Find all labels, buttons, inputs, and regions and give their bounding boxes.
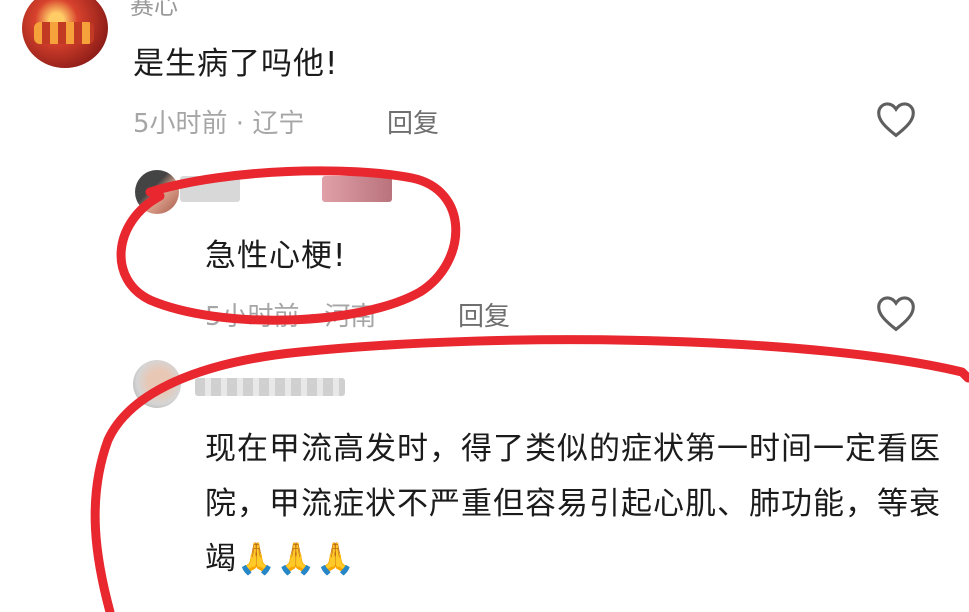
comment-2-text: 急性心梗! (205, 238, 347, 274)
comment-3-text: 现在甲流高发时，得了类似的症状第一时间一定看医院，甲流症状不严重但容易引起心肌、… (205, 431, 941, 577)
comment-2-meta: 5小时前 · 河南 (205, 302, 377, 332)
comment-2-reply-button[interactable]: 回复 (458, 296, 510, 333)
avatar-commenter-2[interactable] (135, 170, 179, 214)
commenter-2-badge-redacted (322, 176, 392, 202)
comment-1-location: 辽宁 (252, 109, 305, 139)
comment-2-location: 河南 (324, 302, 377, 332)
avatar-commenter-3[interactable] (133, 360, 181, 408)
comment-1-text: 是生病了吗他! (133, 46, 339, 82)
comment-2-time: 5小时前 (205, 302, 300, 332)
comment-1-time: 5小时前 (133, 109, 228, 139)
commenter-1-username[interactable]: 赛心 (130, 0, 178, 21)
avatar-commenter-1[interactable] (22, 0, 108, 68)
heart-icon[interactable] (875, 294, 917, 332)
comment-1-reply-button[interactable]: 回复 (387, 103, 439, 140)
comment-1-meta: 5小时前 · 辽宁 (133, 109, 305, 139)
commenter-3-username-redacted (195, 378, 345, 396)
heart-icon[interactable] (875, 100, 917, 138)
commenter-2-username-redacted (180, 176, 240, 202)
